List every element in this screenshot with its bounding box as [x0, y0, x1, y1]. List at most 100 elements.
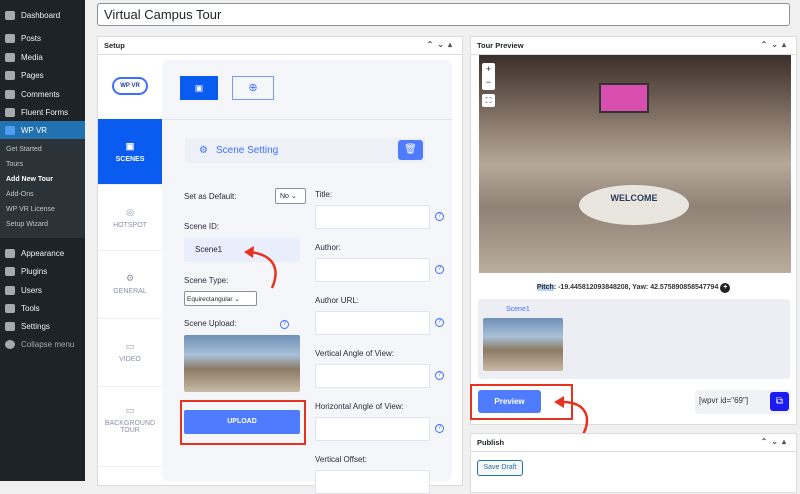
video-icon: ▭: [125, 341, 135, 351]
menu-comments[interactable]: Comments: [0, 85, 85, 103]
help-icon[interactable]: ?: [435, 265, 444, 274]
panel-controls[interactable]: ⌃⌄▴: [761, 437, 790, 446]
tour-preview-header: Tour Preview ⌃⌄▴: [471, 37, 796, 55]
fullscreen-button[interactable]: ⛶: [482, 94, 495, 107]
panel-controls[interactable]: ⌃⌄▴: [761, 40, 790, 49]
help-icon[interactable]: ?: [435, 212, 444, 221]
tab-background-tour[interactable]: ▭ BACKGROUND TOUR: [98, 387, 162, 467]
menu-pages[interactable]: Pages: [0, 66, 85, 84]
gear-icon: ⚙: [199, 145, 208, 156]
forms-icon: [5, 107, 15, 117]
menu-appearance[interactable]: Appearance: [0, 244, 85, 262]
help-icon[interactable]: ?: [280, 320, 289, 329]
add-scene-button[interactable]: ⊕: [232, 76, 274, 100]
vr-icon: [5, 125, 15, 135]
wpvr-logo: WP VR: [112, 77, 148, 95]
set-default-select[interactable]: No ⌄: [275, 188, 306, 204]
submenu-setup-wizard[interactable]: Setup Wizard: [6, 221, 48, 228]
scene-thumbnail[interactable]: [483, 318, 563, 371]
zoom-in-button[interactable]: +: [482, 63, 495, 76]
submenu-tours[interactable]: Tours: [6, 161, 23, 168]
delete-scene-button[interactable]: 🗑: [398, 140, 423, 160]
submenu-get-started[interactable]: Get Started: [6, 146, 42, 153]
annotation-highlight: [180, 400, 306, 445]
scene-name: Scene1: [506, 306, 530, 313]
tab-general[interactable]: ⚙ GENERAL: [98, 251, 162, 319]
scene-id-label: Scene ID:: [184, 222, 220, 231]
pin-icon: [5, 33, 15, 43]
gear-icon: ⚙: [125, 273, 135, 283]
comment-icon: [5, 89, 15, 99]
chevron-down-icon: ⌄: [290, 193, 297, 200]
scene-gallery: Scene1: [478, 299, 790, 379]
hotspot-icon: ◎: [126, 207, 134, 217]
submenu-add-ons[interactable]: Add-Ons: [6, 191, 34, 198]
wpvr-submenu: Get Started Tours Add New Tour Add-Ons W…: [0, 139, 85, 238]
setup-header: Setup ⌃⌄▴: [98, 37, 462, 55]
author-url-label: Author URL:: [315, 296, 360, 305]
copy-icon: ⧉: [775, 396, 784, 407]
plus-circle-icon: ⊕: [248, 82, 258, 94]
zoom-controls[interactable]: + −: [482, 63, 495, 90]
wrench-icon: [5, 303, 15, 313]
dashboard-icon: [5, 10, 15, 20]
title-input[interactable]: [315, 205, 430, 229]
collapse-menu[interactable]: Collapse menu: [0, 335, 85, 353]
image-icon: ▣: [194, 83, 204, 93]
tab-hotspot[interactable]: ◎ HOTSPOT: [98, 185, 162, 251]
divider: [162, 119, 452, 120]
vertical-angle-label: Vertical Angle of View:: [315, 349, 395, 358]
scene-image-button[interactable]: ▣: [180, 76, 218, 100]
tour-title-input[interactable]: Virtual Campus Tour: [97, 3, 790, 26]
media-icon: [5, 52, 15, 62]
author-label: Author:: [315, 243, 341, 252]
tab-video[interactable]: ▭ VIDEO: [98, 319, 162, 387]
menu-dashboard[interactable]: Dashboard: [0, 6, 85, 24]
help-icon[interactable]: ?: [435, 371, 444, 380]
admin-sidebar: Dashboard Posts Media Pages Comments Flu…: [0, 0, 85, 481]
vertical-offset-input[interactable]: [315, 470, 430, 494]
image-icon: ▣: [125, 141, 135, 151]
menu-posts[interactable]: Posts: [0, 29, 85, 47]
set-default-label: Set as Default:: [184, 192, 237, 201]
fullscreen-icon: ⛶: [485, 96, 492, 105]
help-icon[interactable]: ?: [435, 424, 444, 433]
panorama-viewer[interactable]: WELCOME + − ⛶: [479, 55, 791, 273]
title-label: Title:: [315, 190, 333, 199]
submenu-license[interactable]: WP VR License: [6, 206, 55, 213]
author-url-input[interactable]: [315, 311, 430, 335]
horizontal-angle-label: Horizontal Angle of View:: [315, 402, 404, 411]
tab-scenes[interactable]: ▣ SCENES: [98, 119, 162, 185]
add-hotspot-icon[interactable]: +: [720, 283, 731, 293]
annotation-arrow: [244, 246, 277, 289]
menu-users[interactable]: Users: [0, 281, 85, 299]
scene-type-select[interactable]: Equirectangular ⌄: [184, 291, 257, 306]
copy-shortcode-button[interactable]: ⧉: [770, 392, 789, 411]
trash-icon: 🗑: [404, 144, 417, 155]
menu-plugins[interactable]: Plugins: [0, 262, 85, 280]
panel-controls[interactable]: ⌃⌄▴: [427, 40, 456, 49]
vertical-offset-label: Vertical Offset:: [315, 455, 367, 464]
help-icon[interactable]: ?: [435, 318, 444, 327]
save-draft-button[interactable]: Save Draft: [477, 460, 523, 476]
menu-wp-vr[interactable]: WP VR: [0, 121, 85, 139]
menu-fluent-forms[interactable]: Fluent Forms: [0, 103, 85, 121]
publish-panel: Publish ⌃⌄▴ Save Draft: [470, 433, 797, 493]
horizontal-angle-input[interactable]: [315, 417, 430, 441]
submenu-add-new-tour[interactable]: Add New Tour: [6, 176, 53, 183]
plugin-icon: [5, 266, 15, 276]
menu-settings[interactable]: Settings: [0, 317, 85, 335]
vertical-angle-input[interactable]: [315, 364, 430, 388]
menu-media[interactable]: Media: [0, 48, 85, 66]
scene-thumbnail: [184, 335, 300, 392]
author-input[interactable]: [315, 258, 430, 282]
tour-preview-panel: Tour Preview ⌃⌄▴ WELCOME + − ⛶ Pitch: -19.…: [470, 36, 797, 425]
menu-tools[interactable]: Tools: [0, 299, 85, 317]
zoom-out-button[interactable]: −: [482, 76, 495, 89]
publish-header: Publish ⌃⌄▴: [471, 434, 796, 452]
settings-icon: [5, 321, 15, 331]
scene-upload-label: Scene Upload:: [184, 319, 237, 328]
background-icon: ▭: [125, 405, 135, 415]
collapse-icon: [5, 339, 15, 349]
scene-type-label: Scene Type:: [184, 276, 229, 285]
